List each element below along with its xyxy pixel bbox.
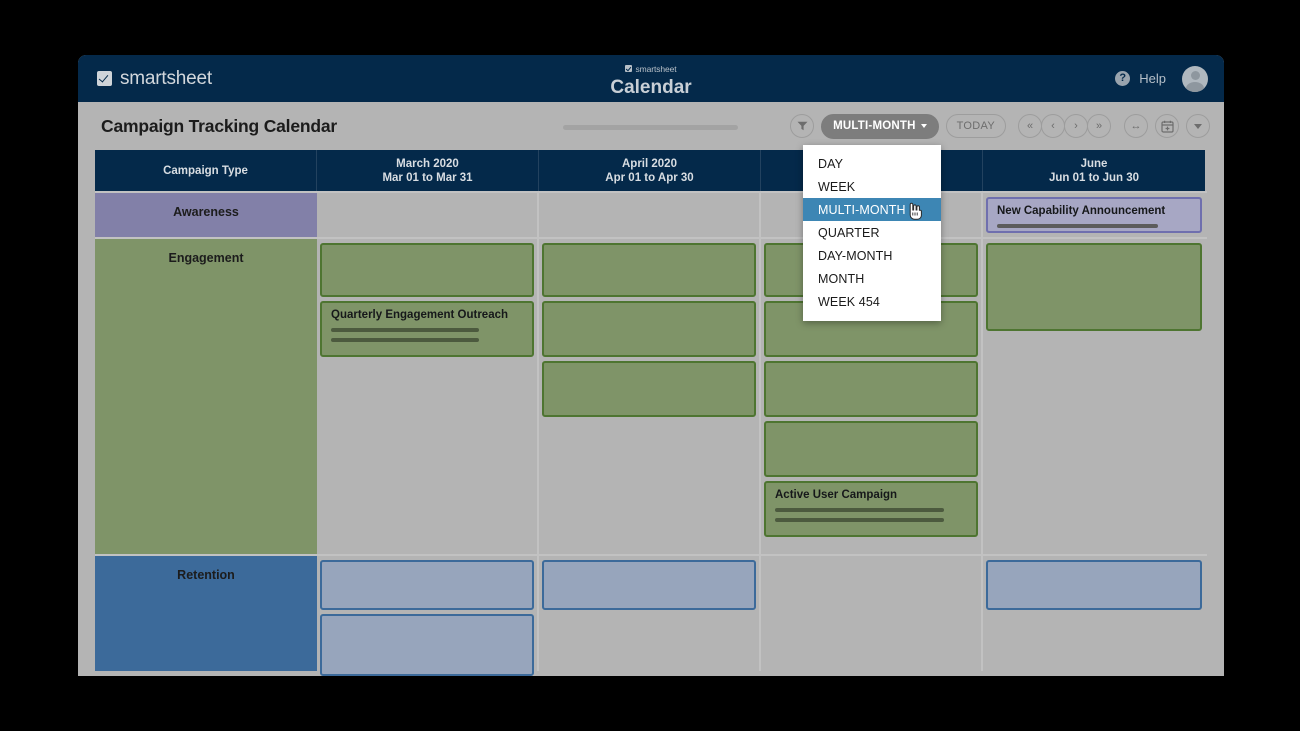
filter-icon xyxy=(797,121,808,131)
filter-button[interactable] xyxy=(790,114,815,138)
calendar-plus-icon xyxy=(1160,120,1174,133)
cell-retention-june[interactable] xyxy=(983,556,1205,671)
center-brand-label: smartsheet xyxy=(635,63,677,74)
chevron-down-icon xyxy=(920,124,927,128)
event-bar[interactable]: Active User Campaign xyxy=(764,481,978,537)
cell-awareness-march[interactable] xyxy=(317,193,539,237)
cell-awareness-june[interactable]: New Capability Announcement xyxy=(983,193,1205,237)
calendar-header-row: Campaign Type March 2020 Mar 01 to Mar 3… xyxy=(95,150,1207,191)
avatar[interactable] xyxy=(1182,65,1208,92)
row-label-retention: Retention xyxy=(95,556,317,671)
menu-item-day-month[interactable]: DAY-MONTH xyxy=(803,244,941,267)
smartsheet-app-window: smartsheet smartsheet Calendar ? Help Ca… xyxy=(78,55,1224,676)
view-mode-label: MULTI-MONTH xyxy=(833,120,916,132)
menu-item-week-454[interactable]: WEEK 454 xyxy=(803,290,941,313)
column-header-june: June Jun 01 to Jun 30 xyxy=(983,150,1205,191)
today-label: TODAY xyxy=(956,120,995,132)
event-bar[interactable] xyxy=(542,560,756,610)
smartsheet-logo[interactable]: smartsheet xyxy=(97,55,212,102)
event-bar[interactable] xyxy=(542,301,756,357)
cell-retention-march[interactable] xyxy=(317,556,539,676)
toolbar-controls: MULTI-MONTH TODAY « ‹ › » ↔ xyxy=(790,113,1210,139)
calendar-toolbar: Campaign Tracking Calendar MULTI-MONTH T… xyxy=(78,102,1224,150)
column-header-march: March 2020 Mar 01 to Mar 31 xyxy=(317,150,539,191)
column-header-campaign-type: Campaign Type xyxy=(95,150,317,191)
help-link[interactable]: Help xyxy=(1139,71,1166,86)
brand-label: smartsheet xyxy=(120,67,212,89)
smartsheet-checkmark-icon xyxy=(97,71,112,86)
event-detail-line xyxy=(331,328,479,332)
column-title: March 2020 xyxy=(396,157,459,170)
event-bar[interactable] xyxy=(320,243,534,297)
more-options-button[interactable] xyxy=(1186,114,1210,138)
menu-item-month[interactable]: MONTH xyxy=(803,267,941,290)
event-bar[interactable] xyxy=(986,243,1202,331)
event-title: New Capability Announcement xyxy=(997,205,1166,217)
event-detail-line xyxy=(331,338,479,342)
date-navigation-group: « ‹ › » xyxy=(1018,114,1111,138)
event-title: Active User Campaign xyxy=(775,489,898,501)
column-title: April 2020 xyxy=(622,157,677,170)
app-title-block: smartsheet Calendar xyxy=(78,59,1224,98)
calendar-grid: Campaign Type March 2020 Mar 01 to Mar 3… xyxy=(95,150,1207,676)
column-subtitle: Apr 01 to Apr 30 xyxy=(605,171,694,184)
event-bar[interactable] xyxy=(542,243,756,297)
mouse-cursor-hand-icon xyxy=(909,202,922,220)
screenshot-root: smartsheet smartsheet Calendar ? Help Ca… xyxy=(0,0,1300,731)
menu-item-quarter[interactable]: QUARTER xyxy=(803,221,941,244)
event-bar[interactable] xyxy=(986,560,1202,610)
row-label-engagement: Engagement xyxy=(95,239,317,554)
smartsheet-small-checkmark-icon xyxy=(625,65,633,72)
calendar-row-retention: Retention xyxy=(95,554,1207,676)
center-smartsheet-logo: smartsheet xyxy=(625,63,677,74)
event-bar[interactable] xyxy=(542,361,756,417)
event-title: Quarterly Engagement Outreach xyxy=(331,309,509,321)
jump-last-button[interactable]: » xyxy=(1087,114,1111,138)
previous-button[interactable]: ‹ xyxy=(1041,114,1065,138)
cell-engagement-april[interactable] xyxy=(539,239,761,554)
page-title: Calendar xyxy=(610,77,692,98)
event-bar[interactable]: New Capability Announcement xyxy=(986,197,1202,233)
calendar-row-awareness: Awareness New Capability Announcement xyxy=(95,191,1207,237)
event-bar[interactable] xyxy=(764,421,978,477)
top-navigation-bar: smartsheet smartsheet Calendar ? Help xyxy=(78,55,1224,102)
event-detail-line xyxy=(775,518,944,522)
help-question-icon[interactable]: ? xyxy=(1115,71,1131,86)
cell-retention-may[interactable] xyxy=(761,556,983,671)
event-detail-line xyxy=(775,508,944,512)
today-button[interactable]: TODAY xyxy=(945,114,1006,138)
fit-width-button[interactable]: ↔ xyxy=(1124,114,1148,138)
column-subtitle: Mar 01 to Mar 31 xyxy=(382,171,473,184)
event-bar[interactable] xyxy=(764,361,978,417)
row-label-awareness: Awareness xyxy=(95,193,317,237)
event-detail-line xyxy=(997,224,1159,228)
next-button[interactable]: › xyxy=(1064,114,1088,138)
cell-retention-april[interactable] xyxy=(539,556,761,671)
menu-item-week[interactable]: WEEK xyxy=(803,175,941,198)
column-title: Campaign Type xyxy=(163,164,248,177)
view-mode-dropdown-menu[interactable]: DAY WEEK MULTI-MONTH QUARTER DAY-MONTH M… xyxy=(803,145,941,321)
top-bar-right-controls: ? Help xyxy=(1115,55,1208,102)
cell-engagement-june[interactable] xyxy=(983,239,1205,554)
calendar-row-engagement: Engagement Quarterly Engagement Outreach xyxy=(95,237,1207,554)
column-subtitle: Jun 01 to Jun 30 xyxy=(1048,171,1140,184)
event-bar[interactable] xyxy=(320,560,534,610)
column-header-april: April 2020 Apr 01 to Apr 30 xyxy=(539,150,761,191)
toolbar-placeholder-slider[interactable] xyxy=(563,125,738,130)
document-title: Campaign Tracking Calendar xyxy=(101,115,337,136)
date-picker-button[interactable] xyxy=(1155,114,1179,138)
menu-item-multi-month[interactable]: MULTI-MONTH xyxy=(803,198,941,221)
event-bar[interactable]: Quarterly Engagement Outreach xyxy=(320,301,534,357)
column-title: June xyxy=(1080,157,1108,170)
menu-item-day[interactable]: DAY xyxy=(803,152,941,175)
event-bar[interactable] xyxy=(320,614,534,676)
cell-engagement-march[interactable]: Quarterly Engagement Outreach xyxy=(317,239,539,554)
menu-item-label: MULTI-MONTH xyxy=(818,202,906,217)
jump-first-button[interactable]: « xyxy=(1018,114,1042,138)
view-mode-button[interactable]: MULTI-MONTH xyxy=(821,113,939,139)
chevron-down-icon xyxy=(1194,123,1202,129)
cell-awareness-april[interactable] xyxy=(539,193,761,237)
